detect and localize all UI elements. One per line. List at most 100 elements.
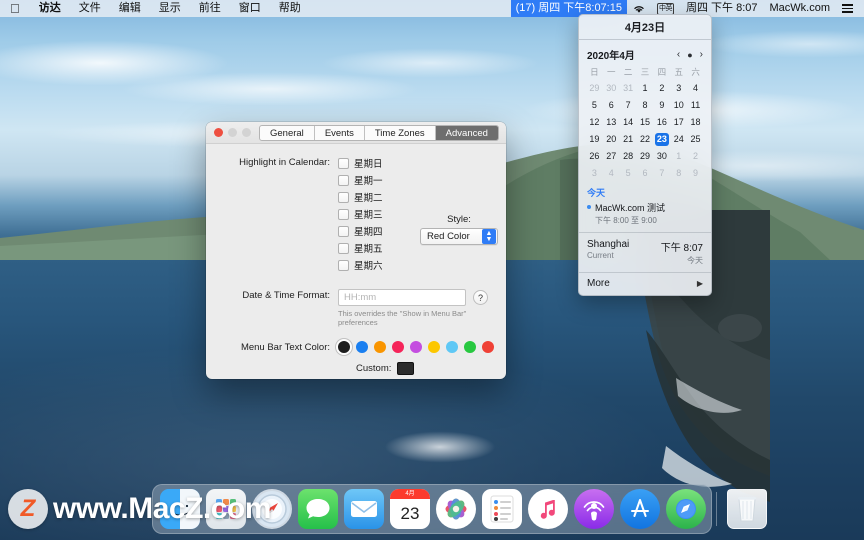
menu-item-help[interactable]: 帮助 <box>270 0 310 17</box>
dock-item-music[interactable] <box>528 489 568 529</box>
help-button[interactable]: ? <box>473 290 488 305</box>
checkbox-icon[interactable] <box>338 225 349 237</box>
checkbox-icon[interactable] <box>338 208 349 220</box>
color-swatch[interactable] <box>392 341 404 353</box>
color-swatch[interactable] <box>428 341 440 353</box>
calendar-day[interactable]: 3 <box>670 81 687 96</box>
calendar-day[interactable]: 2 <box>687 149 704 164</box>
calendar-popover[interactable]: 4月23日 2020年4月 ‹ ● › 日一二三四五六 29 30 31 1 2 3 4 5 6 7… <box>578 14 712 296</box>
dock[interactable]: 4月 23 <box>152 484 767 534</box>
color-swatch[interactable] <box>338 341 350 353</box>
dock-item-mail[interactable] <box>344 489 384 529</box>
wifi-icon[interactable] <box>627 4 651 14</box>
style-popup-button[interactable]: Red Color ▲ ▼ <box>420 228 498 245</box>
calendar-day[interactable]: 22 <box>637 132 654 147</box>
checkbox-icon[interactable] <box>338 157 349 169</box>
tab-advanced[interactable]: Advanced <box>435 126 498 140</box>
color-swatch[interactable] <box>446 341 458 353</box>
calendar-day[interactable]: 5 <box>620 166 637 181</box>
calendar-day[interactable]: 6 <box>603 98 620 113</box>
dock-item-reminders[interactable] <box>482 489 522 529</box>
color-swatch[interactable] <box>356 341 368 353</box>
more-row[interactable]: More ▶ <box>579 272 711 295</box>
menu-bar[interactable]:  访达 文件 编辑 显示 前往 窗口 帮助 (17) 周四 下午8:07:15… <box>0 0 864 17</box>
color-swatch[interactable] <box>482 341 494 353</box>
tab-time-zones[interactable]: Time Zones <box>365 126 436 140</box>
calendar-day[interactable]: 28 <box>620 149 637 164</box>
calendar-day[interactable]: 1 <box>670 149 687 164</box>
minimize-button[interactable] <box>228 128 237 137</box>
menu-bar-account[interactable]: MacWk.com <box>764 0 837 17</box>
dock-item-safari[interactable] <box>252 489 292 529</box>
color-swatch[interactable] <box>374 341 386 353</box>
input-method-icon[interactable]: 中英 <box>651 2 680 15</box>
calendar-day[interactable]: 20 <box>603 132 620 147</box>
calendar-day[interactable]: 12 <box>586 115 603 130</box>
calendar-day[interactable]: 2 <box>653 81 670 96</box>
color-swatch[interactable] <box>464 341 476 353</box>
weekday-checkbox-row[interactable]: 星期六 <box>338 258 496 272</box>
dock-item-finder[interactable] <box>160 489 200 529</box>
control-center-icon[interactable] <box>836 4 859 13</box>
calendar-day[interactable]: 4 <box>687 81 704 96</box>
calendar-day[interactable]: 25 <box>687 132 704 147</box>
datetime-format-input[interactable]: HH:mm <box>338 289 466 306</box>
dock-item-messages[interactable] <box>298 489 338 529</box>
checkbox-icon[interactable] <box>338 242 349 254</box>
checkbox-icon[interactable] <box>338 259 349 271</box>
calendar-day[interactable]: 17 <box>670 115 687 130</box>
calendar-day-selected[interactable]: 23 <box>653 132 670 147</box>
calendar-day[interactable]: 16 <box>653 115 670 130</box>
calendar-day[interactable]: 3 <box>586 166 603 181</box>
today-dot-icon[interactable]: ● <box>687 50 692 60</box>
menu-item-finder[interactable]: 访达 <box>30 0 70 17</box>
calendar-day[interactable]: 31 <box>620 81 637 96</box>
calendar-day[interactable]: 7 <box>620 98 637 113</box>
color-swatch-list[interactable] <box>338 341 496 353</box>
custom-color-swatch[interactable] <box>397 362 415 375</box>
weekday-checkbox-row[interactable]: 星期一 <box>338 173 496 187</box>
calendar-day[interactable]: 5 <box>586 98 603 113</box>
calendar-day[interactable]: 29 <box>586 81 603 96</box>
calendar-day[interactable]: 11 <box>687 98 704 113</box>
dock-item-system-preferences[interactable] <box>666 489 706 529</box>
calendar-day[interactable]: 9 <box>687 166 704 181</box>
calendar-event-item[interactable]: MacWk.com 测试 下午 8:00 至 9:00 <box>579 201 711 232</box>
menu-item-file[interactable]: 文件 <box>70 0 110 17</box>
chevron-right-icon[interactable]: › <box>700 49 703 60</box>
dock-item-trash[interactable] <box>727 489 767 529</box>
weekday-checkbox-row[interactable]: 星期二 <box>338 190 496 204</box>
timezone-row[interactable]: Shanghai Current 下午 8:07 今天 <box>579 232 711 272</box>
dock-item-launchpad[interactable] <box>206 489 246 529</box>
tab-general[interactable]: General <box>260 126 315 140</box>
calendar-day[interactable]: 9 <box>653 98 670 113</box>
preferences-window[interactable]: General Events Time Zones Advanced Highligh… <box>206 122 506 379</box>
close-button[interactable] <box>214 128 223 137</box>
calendar-day[interactable]: 15 <box>637 115 654 130</box>
calendar-day[interactable]: 19 <box>586 132 603 147</box>
tab-events[interactable]: Events <box>315 126 365 140</box>
calendar-day[interactable]: 27 <box>603 149 620 164</box>
calendar-day[interactable]: 4 <box>603 166 620 181</box>
calendar-day[interactable]: 24 <box>670 132 687 147</box>
calendar-day[interactable]: 21 <box>620 132 637 147</box>
calendar-day[interactable]: 1 <box>637 81 654 96</box>
calendar-day[interactable]: 6 <box>637 166 654 181</box>
calendar-day[interactable]: 14 <box>620 115 637 130</box>
dock-item-calendar[interactable]: 4月 23 <box>390 489 430 529</box>
checkbox-icon[interactable] <box>338 174 349 186</box>
dock-item-podcasts[interactable] <box>574 489 614 529</box>
menu-item-edit[interactable]: 编辑 <box>110 0 150 17</box>
calendar-day[interactable]: 8 <box>637 98 654 113</box>
calendar-day[interactable]: 13 <box>603 115 620 130</box>
apple-logo-icon[interactable]:  <box>7 1 30 16</box>
calendar-day[interactable]: 10 <box>670 98 687 113</box>
chevron-left-icon[interactable]: ‹ <box>677 49 680 60</box>
calendar-day[interactable]: 26 <box>586 149 603 164</box>
calendar-day[interactable]: 18 <box>687 115 704 130</box>
calendar-grid[interactable]: 日一二三四五六 29 30 31 1 2 3 4 5 6 7 8 9 10 11 12 13 14 15 16 17 18… <box>586 66 704 181</box>
dock-item-photos[interactable] <box>436 489 476 529</box>
zoom-button[interactable] <box>242 128 251 137</box>
menu-item-view[interactable]: 显示 <box>150 0 190 17</box>
calendar-day[interactable]: 8 <box>670 166 687 181</box>
